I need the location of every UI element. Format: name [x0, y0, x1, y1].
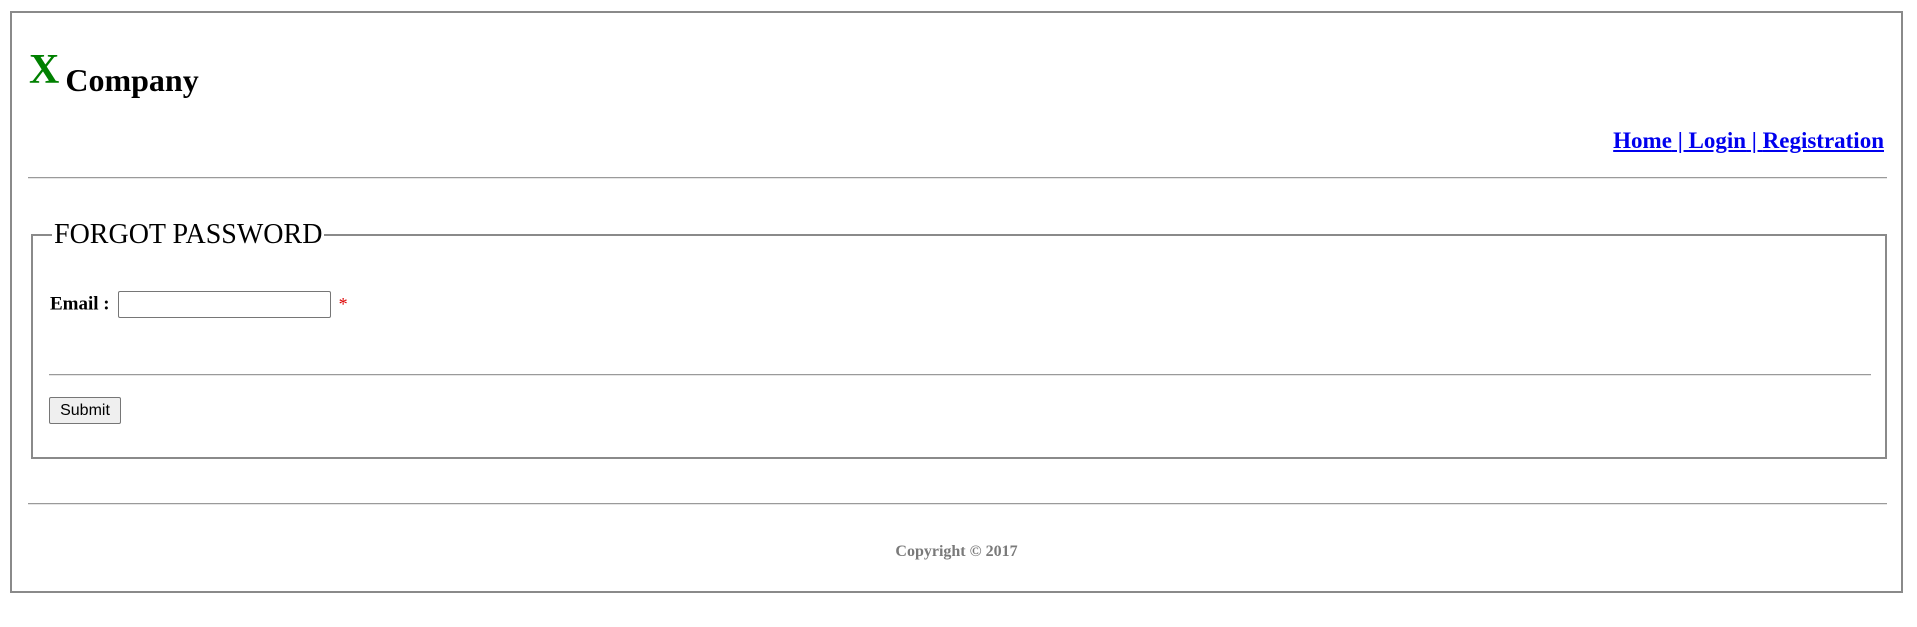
email-label: Email : [50, 293, 110, 315]
logo-mark: X [29, 47, 60, 93]
copyright-text: Copyright © 2017 [895, 543, 1018, 560]
nav-separator: | [1746, 128, 1763, 153]
header-divider [28, 177, 1887, 179]
company-name: Company [65, 62, 199, 98]
top-nav: Home | Login | Registration [1613, 128, 1884, 154]
nav-login-link[interactable]: Login [1689, 128, 1747, 153]
submit-button[interactable]: Submit [49, 397, 121, 424]
nav-home-link[interactable]: Home [1613, 128, 1672, 153]
email-input[interactable] [117, 291, 331, 318]
required-asterisk: * [338, 294, 348, 314]
company-logo: X Company [29, 47, 199, 96]
email-row: Email : * [50, 291, 348, 318]
fieldset-legend: FORGOT PASSWORD [52, 219, 325, 251]
nav-registration-link[interactable]: Registration [1763, 128, 1884, 153]
forgot-password-fieldset: FORGOT PASSWORD Email : * Submit [31, 219, 1887, 459]
form-divider [49, 374, 1871, 376]
page-frame: X Company Home | Login | Registration FOR… [10, 11, 1903, 593]
nav-separator: | [1671, 128, 1689, 153]
footer-divider [28, 503, 1887, 505]
